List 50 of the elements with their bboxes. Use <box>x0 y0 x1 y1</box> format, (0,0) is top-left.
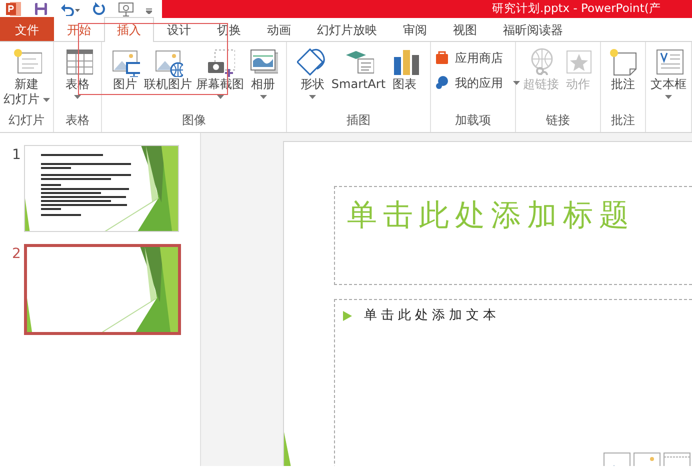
slideshow-icon[interactable] <box>118 1 134 17</box>
ribbon-button[interactable]: SmartArt <box>329 44 388 92</box>
slide-design-drawing <box>284 432 292 466</box>
shopping-bag-icon <box>435 50 451 66</box>
ribbon-button[interactable]: 图片 <box>108 44 142 92</box>
ribbon-tab[interactable]: 幻灯片放映 <box>304 17 390 41</box>
ribbon-tab[interactable]: 福昕阅读器 <box>490 17 576 41</box>
redo-icon[interactable] <box>92 2 106 16</box>
caret-icon <box>74 95 81 99</box>
body-placeholder-text: 单击此处添加文本 <box>364 307 500 325</box>
caret-icon <box>308 95 316 99</box>
group-label: 链接 <box>545 112 571 129</box>
ribbon-tab[interactable]: 视图 <box>440 17 490 41</box>
powerpoint-logo-icon[interactable] <box>6 1 22 17</box>
save-icon[interactable] <box>34 2 48 16</box>
caret-icon <box>513 81 520 85</box>
ribbon-button[interactable]: 文本框 <box>648 44 688 99</box>
group-label: 表格 <box>64 112 90 129</box>
caret-icon <box>216 95 224 99</box>
ribbon-tab[interactable]: 动画 <box>254 17 304 41</box>
file-tab[interactable]: 文件 <box>0 17 54 41</box>
text-box-icon <box>654 47 684 77</box>
ribbon-button[interactable]: 新建 幻灯片 <box>2 44 52 107</box>
slide-number: 2 <box>11 245 22 264</box>
ribbon-button[interactable]: 我的应用 <box>431 72 524 94</box>
apps-icon <box>435 75 451 91</box>
ribbon-button[interactable]: 批注 <box>606 44 640 92</box>
comment-icon <box>608 47 638 77</box>
caret-icon <box>260 95 266 99</box>
group-label: 图像 <box>181 112 207 129</box>
ribbon-button[interactable]: 形状 <box>295 44 330 99</box>
ribbon-tab[interactable]: 审阅 <box>390 17 440 41</box>
bullet-icon <box>343 310 352 321</box>
ribbon-tab[interactable]: 插入 <box>104 17 154 42</box>
undo-icon[interactable] <box>60 2 80 16</box>
slide-number: 1 <box>11 146 22 165</box>
camera-icon <box>205 47 235 77</box>
content-placeholder[interactable]: 单击此处添加文本 <box>334 299 692 466</box>
ribbon-button[interactable]: 图表 <box>388 44 422 92</box>
ribbon-button[interactable]: 应用商店 <box>431 47 507 69</box>
group-label: 幻灯片 <box>8 112 46 129</box>
caret-icon <box>665 95 672 99</box>
window-title: 研究计划.pptx - PowerPoint(产 <box>492 1 661 15</box>
caret-icon <box>42 98 50 102</box>
group-label: 插图 <box>346 112 372 129</box>
group-label: 加载项 <box>454 112 492 129</box>
ribbon-button[interactable]: 联机图片 <box>142 44 194 92</box>
ribbon-button[interactable]: 相册 <box>246 44 280 99</box>
ribbon-tab[interactable]: 设计 <box>154 17 204 41</box>
group-label: 批注 <box>610 112 636 129</box>
